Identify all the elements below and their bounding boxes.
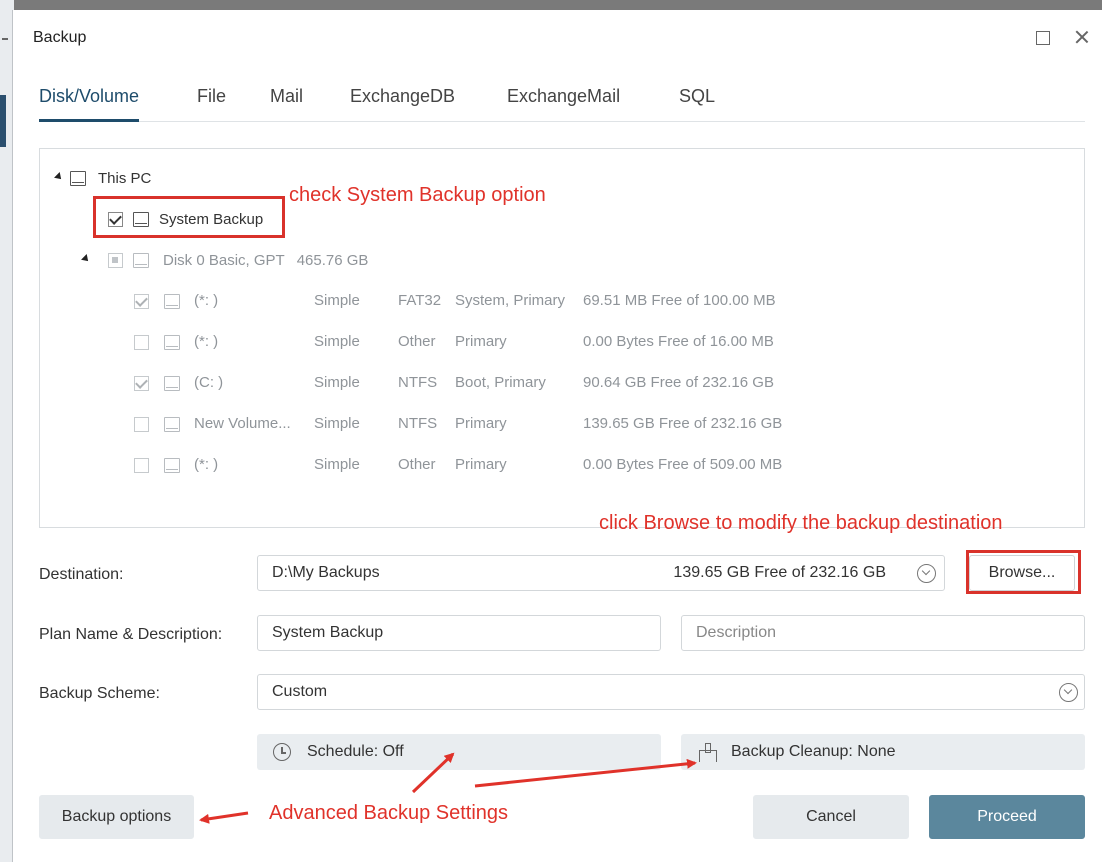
background-tick xyxy=(2,38,8,40)
arrow-to-cleanup xyxy=(474,758,697,788)
arrow-to-backup-options xyxy=(199,811,249,824)
backup-dialog: Backup Disk/Volume File Mail ExchangeDB … xyxy=(12,10,1102,862)
background-accent-bar xyxy=(0,95,6,147)
arrow-to-schedule xyxy=(411,752,455,794)
annotation-arrows xyxy=(199,752,697,824)
